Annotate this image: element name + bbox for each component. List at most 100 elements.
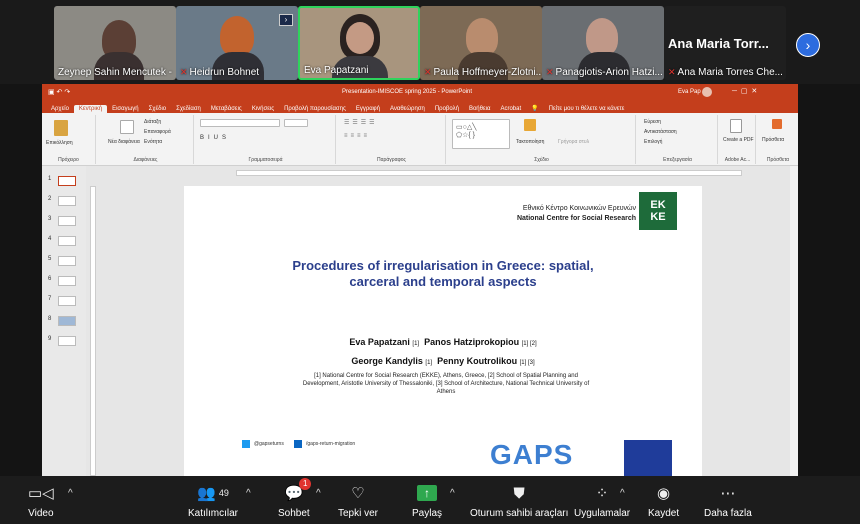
- user-name: Eva Pap: [678, 89, 701, 95]
- layout-button[interactable]: Διάταξη: [144, 119, 161, 125]
- react-label: Tepki ver: [338, 508, 379, 519]
- more-button[interactable]: ⋯ Daha fazla: [704, 482, 752, 519]
- font-name-input[interactable]: [200, 119, 280, 127]
- tab-slideshow[interactable]: Προβολή παρουσίασης: [279, 105, 351, 113]
- apps-label: Uygulamalar: [574, 508, 631, 519]
- group-label: Γραμματοσειρά: [248, 157, 283, 163]
- slide-number: 1: [48, 176, 52, 182]
- chat-button[interactable]: 💬 1 Sohbet: [278, 478, 312, 519]
- slide-thumbnail[interactable]: [58, 196, 76, 206]
- new-slide-icon[interactable]: [120, 120, 134, 134]
- affiliations: [1] National Centre for Social Research …: [302, 373, 590, 395]
- org-english: National Centre for Social Research: [516, 215, 636, 222]
- share-options-chevron-icon[interactable]: ^: [450, 488, 455, 499]
- font-format-icons[interactable]: BIUS: [200, 135, 230, 141]
- arrange-button[interactable]: Τακτοποίηση: [516, 139, 544, 145]
- select-button[interactable]: Επιλογή: [644, 139, 662, 145]
- participant-avatar: [586, 18, 618, 56]
- current-slide[interactable]: Εθνικό Κέντρο Κοινωνικών Ερευνών Nationa…: [184, 186, 702, 476]
- participants-options-chevron-icon[interactable]: ^: [246, 488, 251, 499]
- apps-options-chevron-icon[interactable]: ^: [620, 488, 625, 499]
- participant-tile[interactable]: › ✕ Heidrun Bohnet: [176, 6, 298, 80]
- slide-title-line1: Procedures of irregularisation in Greece…: [292, 258, 594, 273]
- pdf-icon[interactable]: [730, 119, 742, 133]
- slide-thumbnail[interactable]: [58, 336, 76, 346]
- group-label: Adobe Ac...: [724, 157, 751, 163]
- section-button[interactable]: Ενότητα: [144, 139, 162, 145]
- slide-thumbnail[interactable]: [58, 276, 76, 286]
- mic-muted-icon: ✕: [546, 67, 554, 77]
- author-name: Penny Koutrolikou: [437, 356, 518, 366]
- video-button[interactable]: ▭◁ Video: [28, 482, 54, 519]
- record-button[interactable]: ◉ Kaydet: [648, 482, 679, 519]
- tab-insert[interactable]: Εισαγωγή: [107, 105, 144, 113]
- replace-button[interactable]: Αντικατάσταση: [644, 129, 677, 135]
- tab-acrobat[interactable]: Acrobat: [495, 105, 526, 113]
- quick-styles-button[interactable]: Γρήγορα στυλ: [558, 139, 589, 145]
- tab-view[interactable]: Προβολή: [430, 105, 464, 113]
- slide-number: 3: [48, 216, 52, 222]
- tab-draw[interactable]: Σχεδίαση: [171, 105, 206, 113]
- participant-tile[interactable]: ✕ Paula Hoffmeyer-Zlotni...: [420, 6, 542, 80]
- find-button[interactable]: Εύρεση: [644, 119, 661, 125]
- participant-face: [346, 22, 374, 54]
- slide-number: 7: [48, 296, 52, 302]
- tab-record[interactable]: Εγγραφή: [351, 105, 385, 113]
- addins-button[interactable]: Πρόσθετα: [762, 137, 784, 143]
- author-affil: [1] [2]: [521, 341, 537, 347]
- host-tools-button[interactable]: ⛊ Oturum sahibi araçları: [470, 482, 568, 520]
- tab-home[interactable]: Κεντρική: [73, 105, 108, 113]
- slide-thumbnail[interactable]: [58, 316, 76, 326]
- slide-number: 6: [48, 276, 52, 282]
- next-participants-button[interactable]: ›: [796, 33, 820, 57]
- new-slide-button[interactable]: Νέα διαφάνεια: [108, 139, 140, 145]
- video-label: Video: [28, 508, 54, 519]
- lightbulb-icon: 💡: [531, 106, 539, 112]
- group-label: Σχέδιο: [534, 157, 549, 163]
- window-controls[interactable]: ─ ▢ ✕: [732, 87, 757, 95]
- align-icons[interactable]: ≡≡≡≡: [344, 133, 370, 139]
- group-editing: Εύρεση Αντικατάσταση Επιλογή Επεξεργασία: [638, 115, 718, 164]
- user-avatar[interactable]: [702, 87, 712, 97]
- tab-animations[interactable]: Κινήσεις: [247, 105, 279, 113]
- video-options-chevron-icon[interactable]: ^: [68, 488, 73, 499]
- share-button[interactable]: ↑ Paylaş: [412, 482, 442, 519]
- font-size-input[interactable]: [284, 119, 308, 127]
- slide-thumbnail[interactable]: [58, 256, 76, 266]
- participant-tile-active[interactable]: Eva Papatzani: [298, 6, 420, 80]
- paste-button[interactable]: Επικόλληση: [46, 140, 73, 146]
- reset-button[interactable]: Επαναφορά: [144, 129, 171, 135]
- group-adobe: Create a PDF Adobe Ac...: [720, 115, 756, 164]
- slide-editor: Εθνικό Κέντρο Κοινωνικών Ερευνών Nationa…: [86, 166, 792, 476]
- list-icons[interactable]: ☰☰☰☰: [344, 119, 378, 126]
- participants-button[interactable]: 👥 49 Katılımcılar: [188, 482, 238, 519]
- expand-icon[interactable]: ›: [279, 14, 293, 26]
- arrange-icon[interactable]: [524, 119, 536, 131]
- create-pdf-button[interactable]: Create a PDF: [723, 137, 754, 143]
- vertical-scrollbar[interactable]: [790, 166, 798, 476]
- ribbon-tabs: Αρχείο Κεντρική Εισαγωγή Σχέδιο Σχεδίαση…: [42, 101, 798, 113]
- slide-thumbnail[interactable]: [58, 236, 76, 246]
- tab-review[interactable]: Αναθεώρηση: [385, 105, 430, 113]
- record-label: Kaydet: [648, 508, 680, 519]
- powerpoint-window: ▣ ↶ ↷ Presentation-IMISCOE spring 2025 -…: [42, 84, 798, 476]
- tab-help[interactable]: Βοήθεια: [464, 105, 496, 113]
- org-header: Εθνικό Κέντρο Κοινωνικών Ερευνών Nationa…: [517, 204, 636, 224]
- chat-options-chevron-icon[interactable]: ^: [316, 488, 321, 499]
- tab-transitions[interactable]: Μεταβάσεις: [206, 105, 247, 113]
- gaps-logo: GAPS: [490, 439, 574, 470]
- participant-tile[interactable]: ✕ Panagiotis-Arion Hatzi...: [542, 6, 664, 80]
- slide-thumbnail[interactable]: [58, 296, 76, 306]
- paste-icon[interactable]: [54, 120, 68, 136]
- react-button[interactable]: ♡ Tepki ver: [338, 482, 378, 519]
- tab-file[interactable]: Αρχείο: [46, 105, 74, 113]
- slide-thumbnail[interactable]: [58, 176, 76, 186]
- slide-thumbnail[interactable]: [58, 216, 76, 226]
- participant-tile[interactable]: Zeynep Sahin Mencutek -: [54, 6, 176, 80]
- tell-me-search[interactable]: Πείτε μου τι θέλετε να κάνετε: [544, 105, 630, 113]
- save-icon[interactable]: ▣ ↶ ↷: [48, 88, 70, 96]
- addins-icon[interactable]: [772, 119, 782, 129]
- mic-muted-icon: ✕: [668, 67, 676, 77]
- slide-number: 2: [48, 196, 52, 202]
- tab-design[interactable]: Σχέδιο: [144, 105, 172, 113]
